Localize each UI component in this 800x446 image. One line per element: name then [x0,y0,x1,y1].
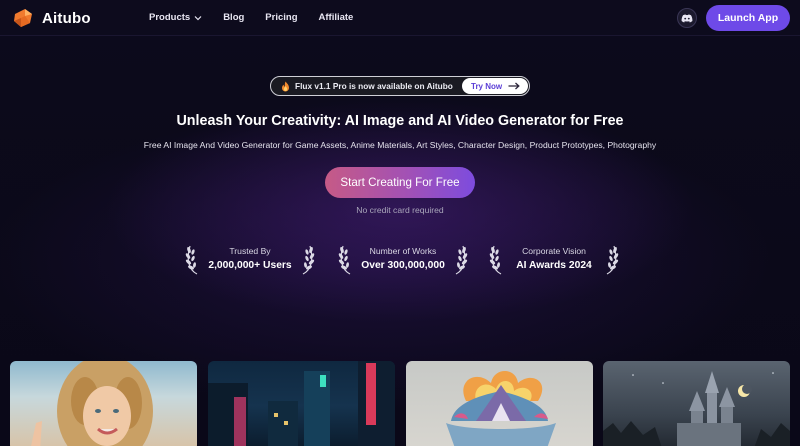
hero-subheadline: Free AI Image And Video Generator for Ga… [143,140,657,150]
brand-logo[interactable]: Aitubo [12,8,91,28]
stat-label: Corporate Vision [522,246,586,256]
chevron-down-icon [194,15,202,20]
discord-button[interactable] [677,8,697,28]
hero-headline: Unleash Your Creativity: AI Image and AI… [176,113,624,129]
stat-value: Over 300,000,000 [361,260,445,271]
stat-value: AI Awards 2024 [516,260,592,271]
nav-affiliate[interactable]: Affiliate [319,12,354,23]
no-credit-card-note: No credit card required [356,205,444,215]
stat-label: Trusted By [229,246,271,256]
laurel-right-icon [606,245,619,275]
try-now-label: Try Now [471,81,503,91]
portrait-image [31,361,153,446]
launch-app-button[interactable]: Launch App [706,5,790,31]
laurel-right-icon [455,245,468,275]
start-creating-button[interactable]: Start Creating For Free [325,167,475,198]
announcement-text: Flux v1.1 Pro is now available on Aitubo [295,81,453,91]
neon-city-image [208,361,395,446]
fire-icon [282,81,289,91]
aitubo-logo-icon [14,9,32,27]
nav-products[interactable]: Products [149,12,202,23]
main-nav: Products Blog Pricing Affiliate [149,12,374,23]
castle-image [603,371,790,446]
nav-pricing-label: Pricing [265,12,298,23]
nav-products-label: Products [149,12,191,23]
stat-corporate-vision: Corporate Vision AI Awards 2024 [489,240,619,276]
nav-blog-label: Blog [223,12,245,23]
stat-value: 2,000,000+ Users [208,260,292,271]
gallery-card-fantasy-island[interactable] [406,361,593,446]
brand-name: Aitubo [42,9,91,27]
stat-label: Number of Works [369,246,437,256]
gallery-card-portrait[interactable] [10,361,197,446]
gallery-card-castle[interactable] [603,361,790,446]
stat-trusted-by: Trusted By 2,000,000+ Users [185,240,315,276]
discord-icon [681,14,693,22]
try-now-button[interactable]: Try Now [462,78,528,94]
laurel-right-icon [302,245,315,275]
arrow-right-icon [508,82,520,90]
stat-number-of-works: Number of Works Over 300,000,000 [338,240,468,276]
nav-blog[interactable]: Blog [223,12,244,23]
top-nav-bar: Aitubo Products Blog Pricing Affiliate L… [0,0,800,36]
announcement-banner[interactable]: Flux v1.1 Pro is now available on Aitubo… [270,76,530,96]
nav-affiliate-label: Affiliate [318,12,354,23]
nav-pricing[interactable]: Pricing [265,12,297,23]
gallery-card-neon-city[interactable] [208,361,395,446]
fantasy-island-image [446,371,556,446]
